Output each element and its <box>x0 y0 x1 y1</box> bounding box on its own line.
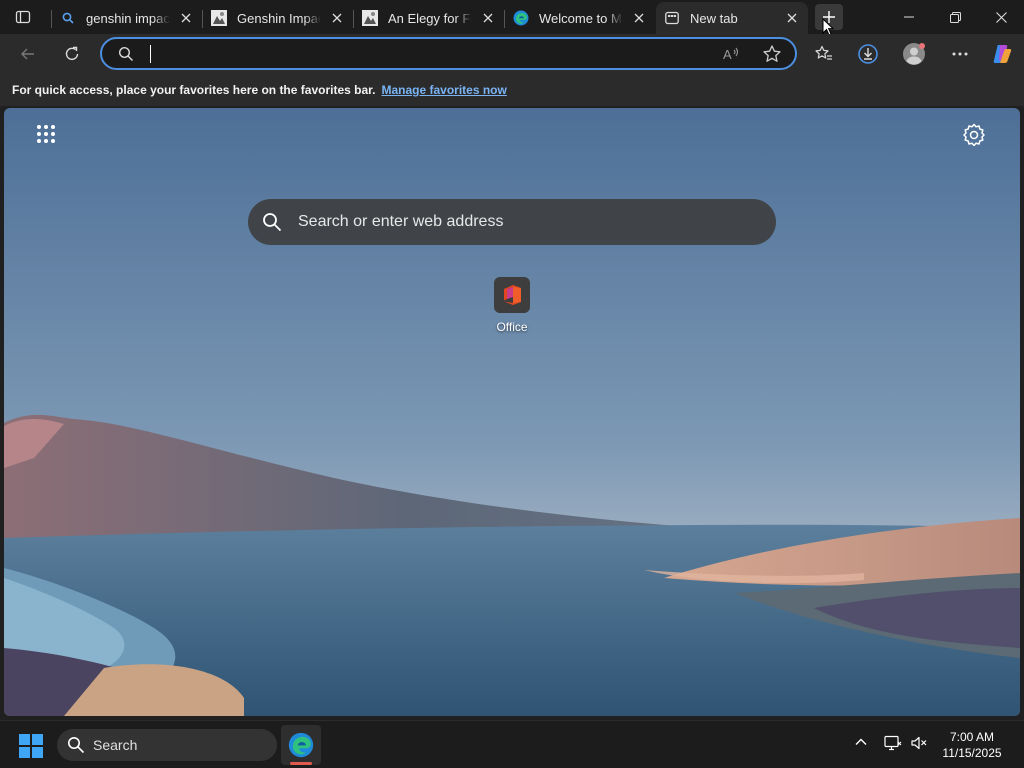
quick-link-tile-office[interactable]: Office <box>492 277 532 334</box>
tab-genshin-search[interactable]: genshin impact - Search <box>51 2 202 34</box>
network-monitor-icon <box>884 735 902 751</box>
close-icon[interactable] <box>784 10 800 26</box>
add-favorite-star-icon[interactable] <box>762 44 782 64</box>
clock[interactable]: 7:00 AM 11/15/2025 <box>930 729 1014 761</box>
back-button[interactable] <box>12 38 44 70</box>
running-app-indicator <box>290 762 312 765</box>
tab-strip: genshin impact - Search Genshin Impact -… <box>0 0 1024 36</box>
search-icon <box>263 213 282 232</box>
restore-button[interactable] <box>932 0 978 34</box>
profile-button[interactable] <box>898 38 930 70</box>
tab-separator <box>202 10 203 28</box>
clock-date: 11/15/2025 <box>942 746 1002 760</box>
tile-label: Office <box>496 320 528 334</box>
favorites-bar-message: For quick access, place your favorites h… <box>12 83 376 97</box>
download-icon <box>858 44 878 64</box>
favorites-bar: For quick access, place your favorites h… <box>0 74 1024 106</box>
tab-separator <box>353 10 354 28</box>
manage-favorites-link[interactable]: Manage favorites now <box>381 83 506 97</box>
tab-new-tab[interactable]: New tab <box>656 2 808 34</box>
tab-actions-icon <box>15 10 31 24</box>
office-icon <box>494 277 530 313</box>
settings-more-button[interactable] <box>944 38 976 70</box>
new-tab-search-box[interactable]: Search or enter web address <box>248 199 776 245</box>
tab-title: Genshin Impact - Wikipedia <box>237 10 321 26</box>
close-icon[interactable] <box>480 10 496 26</box>
minimize-button[interactable] <box>886 0 932 34</box>
tab-separator <box>504 10 505 28</box>
image-favicon-icon <box>211 10 227 26</box>
apps-launcher-button[interactable] <box>34 122 58 146</box>
newtab-icon <box>664 10 680 26</box>
profile-avatar-icon <box>903 43 925 65</box>
address-bar[interactable]: A <box>100 37 797 70</box>
search-icon <box>60 10 76 26</box>
search-placeholder: Search or enter web address <box>298 213 504 230</box>
browser-window: genshin impact - Search Genshin Impact -… <box>0 0 1024 720</box>
close-icon[interactable] <box>631 10 647 26</box>
chevron-up-icon <box>855 738 867 745</box>
search-icon <box>118 46 133 61</box>
tab-title: genshin impact - Search <box>86 10 170 26</box>
network-status-button[interactable] <box>884 735 902 756</box>
page-settings-button[interactable] <box>962 122 986 147</box>
restore-icon <box>949 11 961 23</box>
address-input[interactable] <box>146 43 706 65</box>
search-icon <box>68 737 85 754</box>
taskbar-search-box[interactable]: Search <box>57 729 277 761</box>
start-button[interactable] <box>18 733 44 764</box>
gear-icon <box>963 123 985 147</box>
tab-elegy[interactable]: An Elegy for Faded Time <box>353 2 504 34</box>
edge-icon <box>513 10 529 26</box>
more-dots-icon <box>952 52 968 56</box>
navigation-toolbar: A <box>0 34 1024 74</box>
tab-separator <box>51 10 52 28</box>
volume-button[interactable] <box>910 735 928 756</box>
image-favicon-icon <box>362 10 378 26</box>
windows-logo-icon <box>19 734 43 758</box>
app-grid-icon <box>37 125 55 143</box>
taskbar-edge-app[interactable] <box>281 725 321 765</box>
tab-welcome-edge[interactable]: Welcome to Microsoft Edge <box>504 2 655 34</box>
back-arrow-icon <box>21 48 34 60</box>
copilot-button[interactable] <box>986 38 1018 70</box>
clock-time: 7:00 AM <box>949 730 995 744</box>
close-window-button[interactable] <box>978 0 1024 34</box>
tab-title: New tab <box>690 10 738 26</box>
favorites-star-list-icon <box>815 45 832 60</box>
read-aloud-icon[interactable]: A <box>722 44 742 64</box>
text-caret <box>150 45 151 63</box>
copilot-icon <box>993 45 1012 63</box>
close-icon <box>995 11 1007 23</box>
tab-title: Welcome to Microsoft Edge <box>539 10 623 26</box>
speaker-muted-icon <box>911 736 927 750</box>
close-icon[interactable] <box>329 10 345 26</box>
refresh-icon <box>65 46 79 60</box>
close-icon[interactable] <box>178 10 194 26</box>
windows-taskbar: Search 7:00 AM 11/15/2025 <box>0 720 1024 768</box>
tab-title: An Elegy for Faded Time <box>388 10 472 26</box>
tab-actions-button[interactable] <box>0 0 46 34</box>
tab-genshin-wikipedia[interactable]: Genshin Impact - Wikipedia <box>202 2 353 34</box>
show-hidden-icons-button[interactable] <box>854 735 868 754</box>
minimize-icon <box>904 16 914 18</box>
refresh-button[interactable] <box>56 38 88 70</box>
svg-text:A: A <box>723 47 732 62</box>
taskbar-search-placeholder: Search <box>93 737 138 753</box>
downloads-button[interactable] <box>852 38 884 70</box>
edge-icon <box>288 732 314 758</box>
favorites-button[interactable] <box>808 38 840 70</box>
new-tab-page: Search or enter web address Office <box>4 108 1020 716</box>
